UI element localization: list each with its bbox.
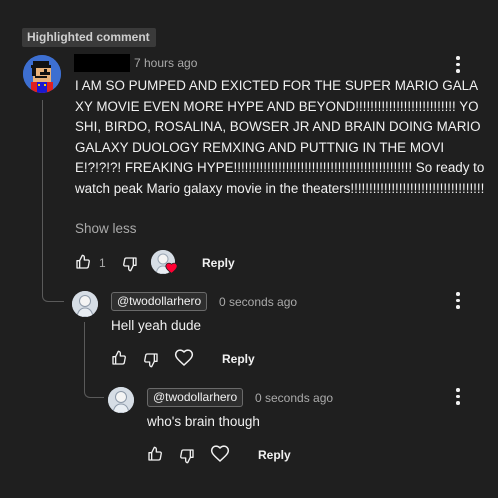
like-count: 1 — [99, 256, 106, 270]
more-vert-icon[interactable] — [456, 56, 460, 76]
thumbs-up-icon[interactable] — [75, 254, 91, 270]
thumbs-down-icon[interactable] — [179, 448, 195, 464]
thread-line — [84, 322, 104, 398]
mario-avatar-icon — [23, 55, 61, 93]
mention-link[interactable]: @twodollarhero — [147, 388, 244, 407]
thumbs-up-icon[interactable] — [147, 446, 163, 462]
reply-avatar[interactable] — [108, 387, 134, 413]
thumbs-down-icon[interactable] — [143, 352, 159, 368]
reply-button[interactable]: Reply — [258, 448, 291, 462]
comment-text: I AM SO PUMPED AND EXICTED FOR THE SUPER… — [75, 78, 485, 196]
more-vert-icon[interactable] — [456, 388, 460, 408]
reply-timestamp[interactable]: 0 seconds ago — [255, 391, 333, 405]
thumbs-up-icon[interactable] — [111, 350, 127, 366]
reply-text: Hell yeah dude — [111, 318, 202, 333]
reply-button[interactable]: Reply — [202, 256, 235, 270]
commenter-avatar[interactable] — [23, 55, 61, 93]
highlighted-comment-badge: Highlighted comment — [22, 28, 156, 47]
comment-timestamp[interactable]: 7 hours ago — [134, 56, 197, 70]
reply-button[interactable]: Reply — [222, 352, 255, 366]
thumbs-down-icon[interactable] — [122, 256, 138, 272]
heart-icon[interactable] — [174, 348, 194, 367]
reply-timestamp[interactable]: 0 seconds ago — [219, 295, 297, 309]
heart-icon — [165, 262, 178, 274]
more-vert-icon[interactable] — [456, 292, 460, 312]
reply-text: who's brain though — [147, 414, 260, 429]
mention-link[interactable]: @twodollarhero — [111, 292, 208, 311]
show-less-button[interactable]: Show less — [75, 221, 137, 236]
thread-line — [42, 100, 64, 302]
author-name-redacted — [74, 54, 130, 72]
reply-avatar[interactable] — [72, 291, 98, 317]
heart-icon[interactable] — [210, 444, 230, 463]
